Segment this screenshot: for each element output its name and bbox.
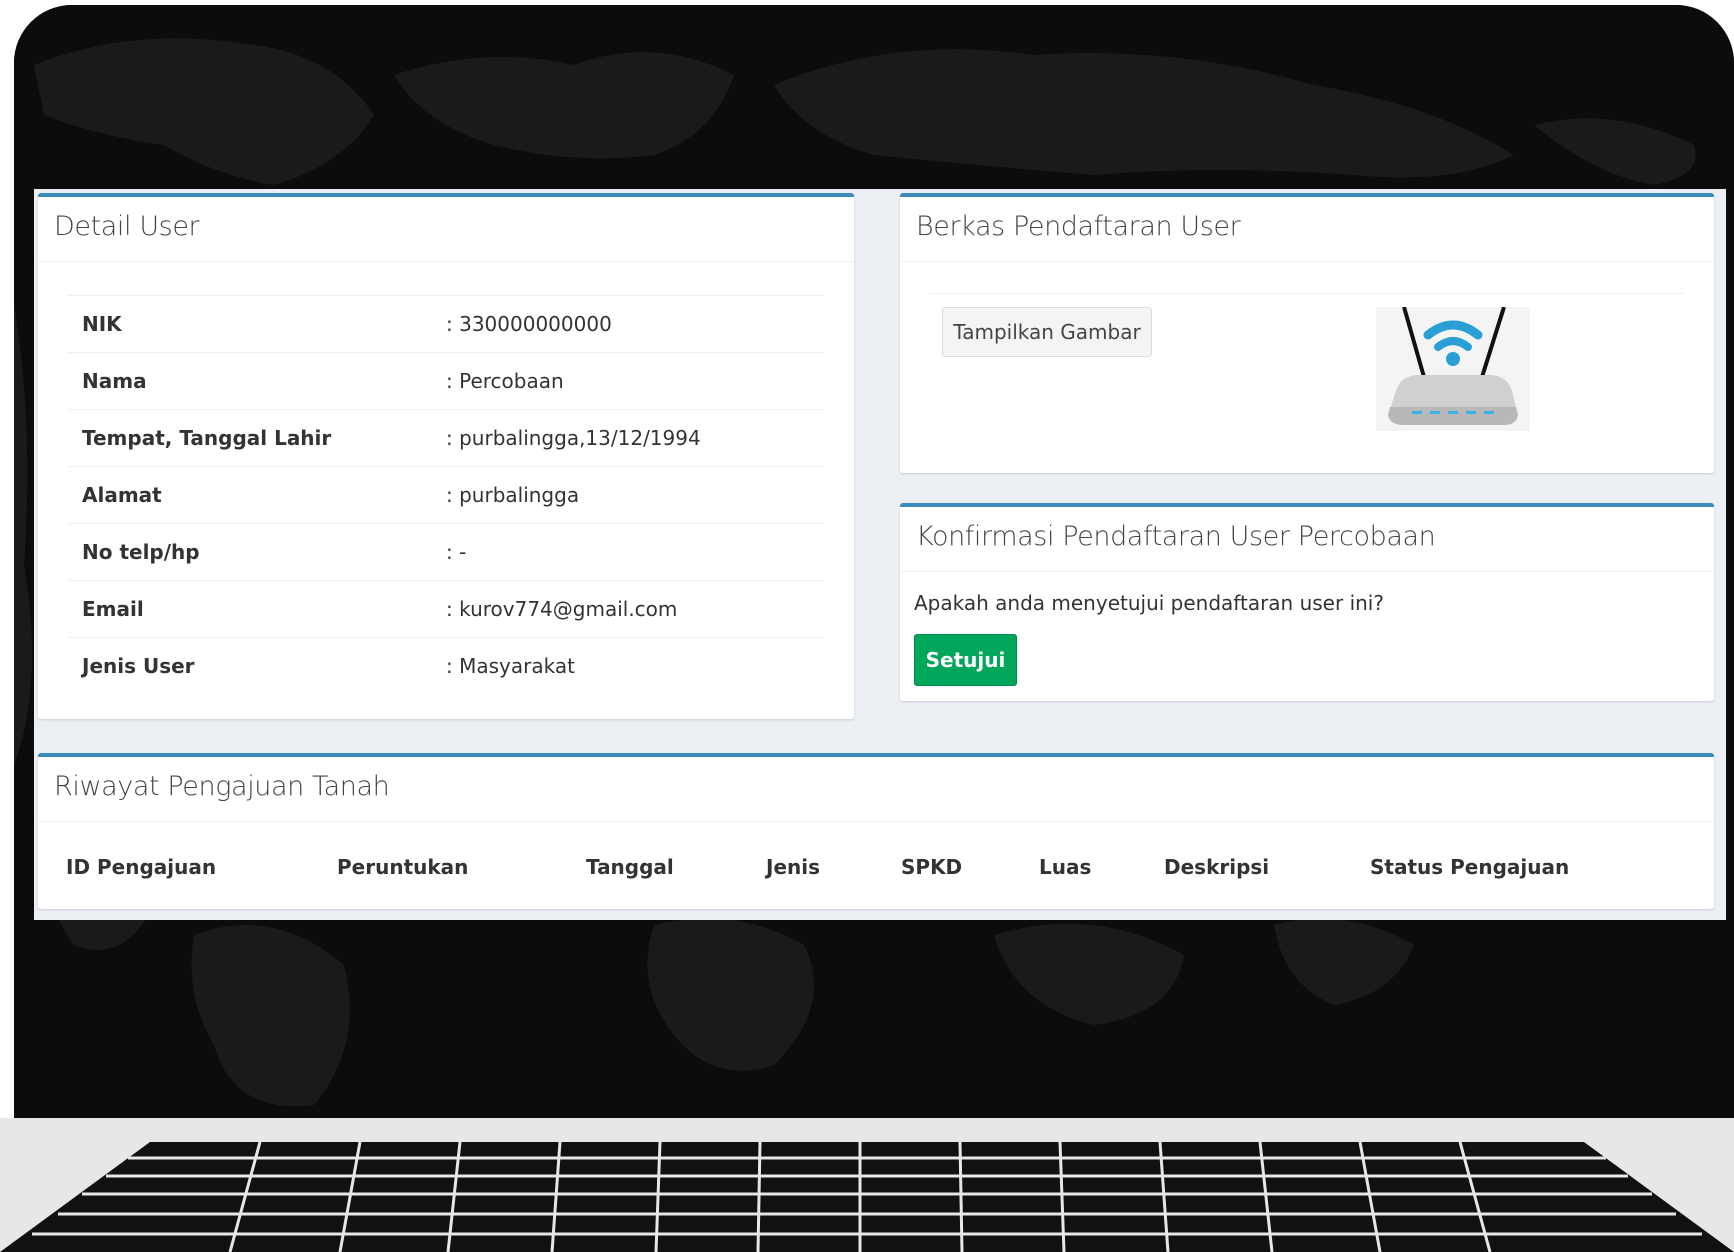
konfirmasi-title: Konfirmasi Pendaftaran User Percobaan: [916, 521, 1436, 552]
detail-value: : 330000000000: [446, 312, 612, 336]
column-header-spkd[interactable]: SPKD: [901, 855, 962, 879]
detail-user-table: NIK : 330000000000 Nama : Percobaan Temp…: [68, 295, 824, 694]
berkas-title: Berkas Pendaftaran User: [916, 211, 1241, 242]
detail-value: : Masyarakat: [446, 654, 575, 678]
detail-row-nama: Nama : Percobaan: [68, 352, 824, 409]
detail-row-jenis: Jenis User : Masyarakat: [68, 637, 824, 694]
berkas-box: Berkas Pendaftaran User Tampilkan Gambar: [900, 193, 1714, 473]
laptop-keyboard: [0, 1141, 1734, 1252]
detail-label: Nama: [82, 369, 147, 393]
confirmation-question: Apakah anda menyetujui pendaftaran user …: [914, 591, 1384, 615]
konfirmasi-box: Konfirmasi Pendaftaran User Percobaan Ap…: [900, 503, 1714, 701]
column-header-deskripsi[interactable]: Deskripsi: [1164, 855, 1269, 879]
detail-label: Jenis User: [82, 654, 195, 678]
detail-row-email: Email : kurov774@gmail.com: [68, 580, 824, 637]
box-header-divider: [38, 261, 854, 262]
box-header-divider: [900, 571, 1714, 572]
box-header-divider: [38, 821, 1714, 822]
detail-user-title: Detail User: [54, 211, 200, 242]
detail-label: Alamat: [82, 483, 162, 507]
column-header-peruntukan[interactable]: Peruntukan: [337, 855, 468, 879]
column-header-luas[interactable]: Luas: [1039, 855, 1091, 879]
detail-label: NIK: [82, 312, 122, 336]
wifi-router-icon: [1376, 307, 1530, 431]
detail-label: Email: [82, 597, 144, 621]
riwayat-title: Riwayat Pengajuan Tanah: [54, 771, 390, 802]
browser-screen: Detail User NIK : 330000000000 Nama : Pe…: [34, 189, 1726, 920]
detail-label: Tempat, Tanggal Lahir: [82, 426, 332, 450]
column-header-id[interactable]: ID Pengajuan: [66, 855, 216, 879]
detail-row-ttl: Tempat, Tanggal Lahir : purbalingga,13/1…: [68, 409, 824, 466]
detail-value: : kurov774@gmail.com: [446, 597, 678, 621]
detail-value: : Percobaan: [446, 369, 564, 393]
approve-button[interactable]: Setujui: [914, 634, 1017, 686]
column-header-tanggal[interactable]: Tanggal: [586, 855, 674, 879]
detail-user-box: Detail User NIK : 330000000000 Nama : Pe…: [38, 193, 854, 719]
detail-row-nik: NIK : 330000000000: [68, 295, 824, 352]
riwayat-box: Riwayat Pengajuan Tanah ID Pengajuan Per…: [38, 753, 1714, 909]
detail-value: : -: [446, 540, 467, 564]
detail-value: : purbalingga,13/12/1994: [446, 426, 701, 450]
detail-label: No telp/hp: [82, 540, 200, 564]
detail-row-alamat: Alamat : purbalingga: [68, 466, 824, 523]
berkas-divider: [930, 293, 1684, 294]
detail-row-telp: No telp/hp : -: [68, 523, 824, 580]
detail-value: : purbalingga: [446, 483, 580, 507]
show-image-button[interactable]: Tampilkan Gambar: [942, 307, 1152, 357]
column-header-status[interactable]: Status Pengajuan: [1370, 855, 1569, 879]
box-header-divider: [900, 261, 1714, 262]
column-header-jenis[interactable]: Jenis: [766, 855, 820, 879]
